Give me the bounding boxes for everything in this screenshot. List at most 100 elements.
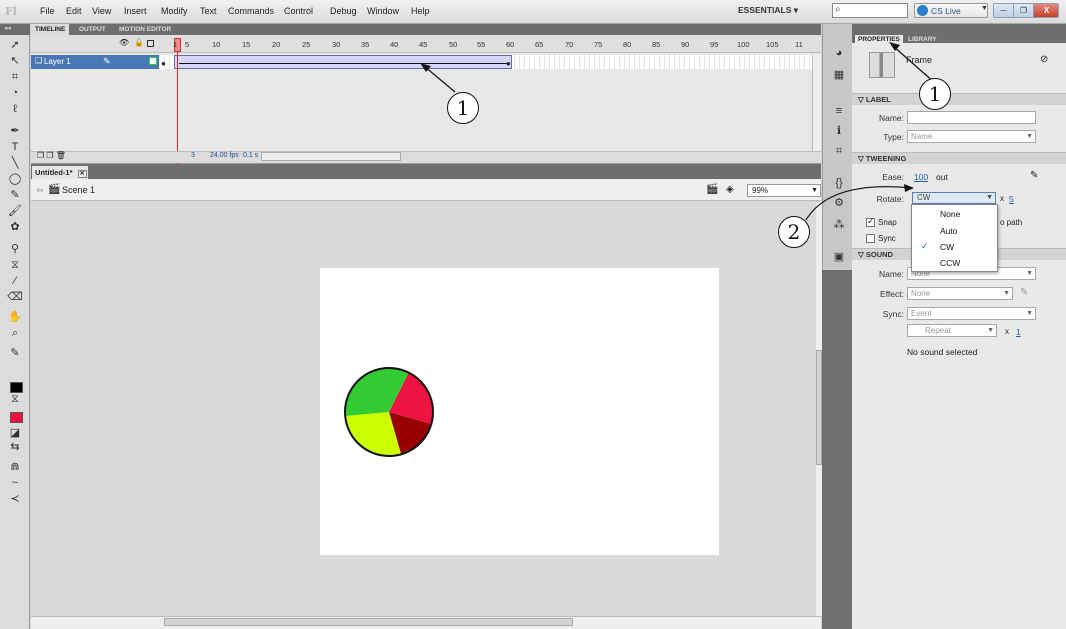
- menu-debug[interactable]: Debug: [330, 6, 357, 16]
- lock-icon[interactable]: 🔒: [134, 38, 144, 47]
- paint-bucket-tool-icon[interactable]: ⧖: [7, 258, 23, 272]
- cs-live-button[interactable]: CS Live ▼: [914, 3, 988, 18]
- new-layer-icon[interactable]: ❐ ❐ 🗑: [37, 151, 66, 160]
- effect-select[interactable]: None ▼: [907, 287, 1013, 300]
- text-tool-icon[interactable]: T: [7, 140, 23, 154]
- tween-span[interactable]: [174, 55, 512, 69]
- label-section-header[interactable]: ▽ LABEL: [852, 93, 1066, 105]
- menu-commands[interactable]: Commands: [228, 6, 274, 16]
- menu-control[interactable]: Control: [284, 6, 313, 16]
- layer-name[interactable]: Layer 1: [44, 57, 71, 66]
- menu-text[interactable]: Text: [200, 6, 217, 16]
- close-button[interactable]: X: [1034, 4, 1058, 17]
- sound-sync-label: Sync:: [882, 309, 904, 319]
- collapse-icon[interactable]: ◂◂: [4, 24, 11, 32]
- scene-icon: 🎬: [48, 184, 61, 195]
- ease-value[interactable]: 100: [914, 172, 928, 182]
- snap-to-objects-icon[interactable]: ⋒: [7, 460, 23, 474]
- project-panel-icon[interactable]: ▣: [832, 250, 846, 264]
- bone-tool-icon[interactable]: ⚲: [7, 242, 23, 256]
- tab-output[interactable]: OUTPUT: [75, 24, 110, 35]
- tab-motion-editor[interactable]: MOTION EDITOR: [115, 24, 175, 35]
- frame-rate[interactable]: 24.00 fps: [210, 152, 239, 159]
- info-panel-icon[interactable]: ℹ: [832, 124, 846, 138]
- tab-properties[interactable]: PROPERTIES: [855, 35, 903, 45]
- tab-library[interactable]: LIBRARY: [905, 35, 940, 45]
- rotate-select[interactable]: CW ▼: [912, 192, 996, 204]
- zoom-tool-icon[interactable]: ⌕: [7, 326, 23, 340]
- menu-file[interactable]: File: [40, 6, 55, 16]
- deco-tool-icon[interactable]: ✿: [7, 220, 23, 234]
- brush-tool-icon[interactable]: 🖌: [7, 204, 23, 218]
- subselection-tool-icon[interactable]: ↖: [7, 54, 23, 68]
- fill-color-icon[interactable]: ⧖: [7, 392, 23, 406]
- rotate-count[interactable]: 5: [1009, 194, 1014, 204]
- motion-presets-icon[interactable]: ⁂: [832, 218, 846, 232]
- pencil-tool-icon[interactable]: ✎: [7, 188, 23, 202]
- minimize-button[interactable]: ─: [994, 4, 1014, 17]
- menu-help[interactable]: Help: [411, 6, 430, 16]
- menu-edit[interactable]: Edit: [66, 6, 82, 16]
- scene-label[interactable]: Scene 1: [62, 185, 95, 195]
- rotate-option-cw[interactable]: CW: [940, 242, 954, 252]
- align-panel-icon[interactable]: ≡: [832, 104, 846, 118]
- frame-number: 30: [332, 40, 341, 49]
- eyedropper-tool-icon[interactable]: ⁄: [7, 274, 23, 288]
- edit-symbols-icon[interactable]: ◈: [726, 184, 734, 195]
- timeline-vertical-scrollbar[interactable]: [812, 55, 821, 151]
- rotate-option-auto[interactable]: Auto: [940, 226, 958, 236]
- outline-color-icon[interactable]: [149, 57, 157, 65]
- tab-timeline[interactable]: TIMELINE: [31, 24, 70, 35]
- default-colors-icon[interactable]: ◪: [7, 426, 23, 440]
- stage-horizontal-scroll-thumb[interactable]: [164, 618, 573, 626]
- transform-panel-icon[interactable]: ⌗: [832, 144, 846, 158]
- swatches-panel-icon[interactable]: ▦: [832, 68, 846, 82]
- repeat-count[interactable]: 1: [1016, 327, 1021, 337]
- sync-checkbox[interactable]: [866, 234, 875, 243]
- document-tab[interactable]: Untitled-1* ✕: [32, 166, 88, 179]
- pen-tool-icon[interactable]: ✒: [7, 124, 23, 138]
- pie-graphic[interactable]: [344, 367, 436, 459]
- color-panel-icon[interactable]: ◕: [832, 46, 846, 60]
- frame-name-input[interactable]: [907, 111, 1036, 124]
- fill-color-swatch[interactable]: [10, 412, 23, 423]
- oval-tool-icon[interactable]: ◯: [7, 172, 23, 186]
- menu-modify[interactable]: Modify: [161, 6, 188, 16]
- line-tool-icon[interactable]: ╲: [7, 156, 23, 170]
- components-icon[interactable]: ⚙: [832, 196, 846, 210]
- code-snippets-icon[interactable]: {}: [832, 176, 846, 190]
- label-type-select[interactable]: Name ▼: [907, 130, 1036, 143]
- swap-colors-icon[interactable]: ⇆: [7, 440, 23, 454]
- lasso-tool-icon[interactable]: ℓ: [7, 102, 23, 116]
- repeat-select[interactable]: Repeat ▼: [907, 324, 997, 337]
- menu-view[interactable]: View: [92, 6, 111, 16]
- hand-tool-icon[interactable]: ✋: [7, 310, 23, 324]
- maximize-button[interactable]: ❐: [1014, 4, 1034, 17]
- eraser-tool-icon[interactable]: ⌫: [7, 290, 23, 304]
- sound-sync-select[interactable]: Event ▼: [907, 307, 1036, 320]
- edit-ease-icon[interactable]: ✎: [1030, 170, 1038, 181]
- free-transform-tool-icon[interactable]: ⌗: [7, 70, 23, 84]
- help-search-input[interactable]: ⌕: [832, 3, 908, 18]
- smooth-icon[interactable]: ~: [7, 476, 23, 490]
- rotate-option-ccw[interactable]: CCW: [940, 258, 960, 268]
- edit-scene-icon[interactable]: 🎬: [706, 184, 718, 195]
- menu-insert[interactable]: Insert: [124, 6, 147, 16]
- selection-tool-icon[interactable]: ➚: [7, 38, 23, 52]
- timeline-horizontal-scrollbar[interactable]: [261, 152, 401, 161]
- snap-checkbox[interactable]: ✓: [866, 216, 875, 227]
- tweening-section-header[interactable]: ▽ TWEENING: [852, 152, 1066, 164]
- help-icon[interactable]: ⊘: [1040, 54, 1048, 65]
- zoom-select[interactable]: 99% ▼: [747, 184, 821, 197]
- straighten-icon[interactable]: ≺: [7, 492, 23, 506]
- stroke-color-icon[interactable]: ✎: [7, 346, 23, 360]
- edit-envelope-icon[interactable]: ✎: [1020, 287, 1028, 298]
- close-icon[interactable]: ✕: [77, 170, 87, 178]
- menu-window[interactable]: Window: [367, 6, 399, 16]
- eye-icon[interactable]: 👁: [119, 38, 129, 47]
- workspace-switcher[interactable]: ESSENTIALS ▾: [738, 5, 798, 16]
- back-arrow-icon[interactable]: ⇦: [36, 185, 44, 196]
- outline-icon[interactable]: [147, 40, 154, 47]
- 3d-rotation-tool-icon[interactable]: ◔: [7, 86, 23, 100]
- rotate-option-none[interactable]: None: [940, 209, 960, 219]
